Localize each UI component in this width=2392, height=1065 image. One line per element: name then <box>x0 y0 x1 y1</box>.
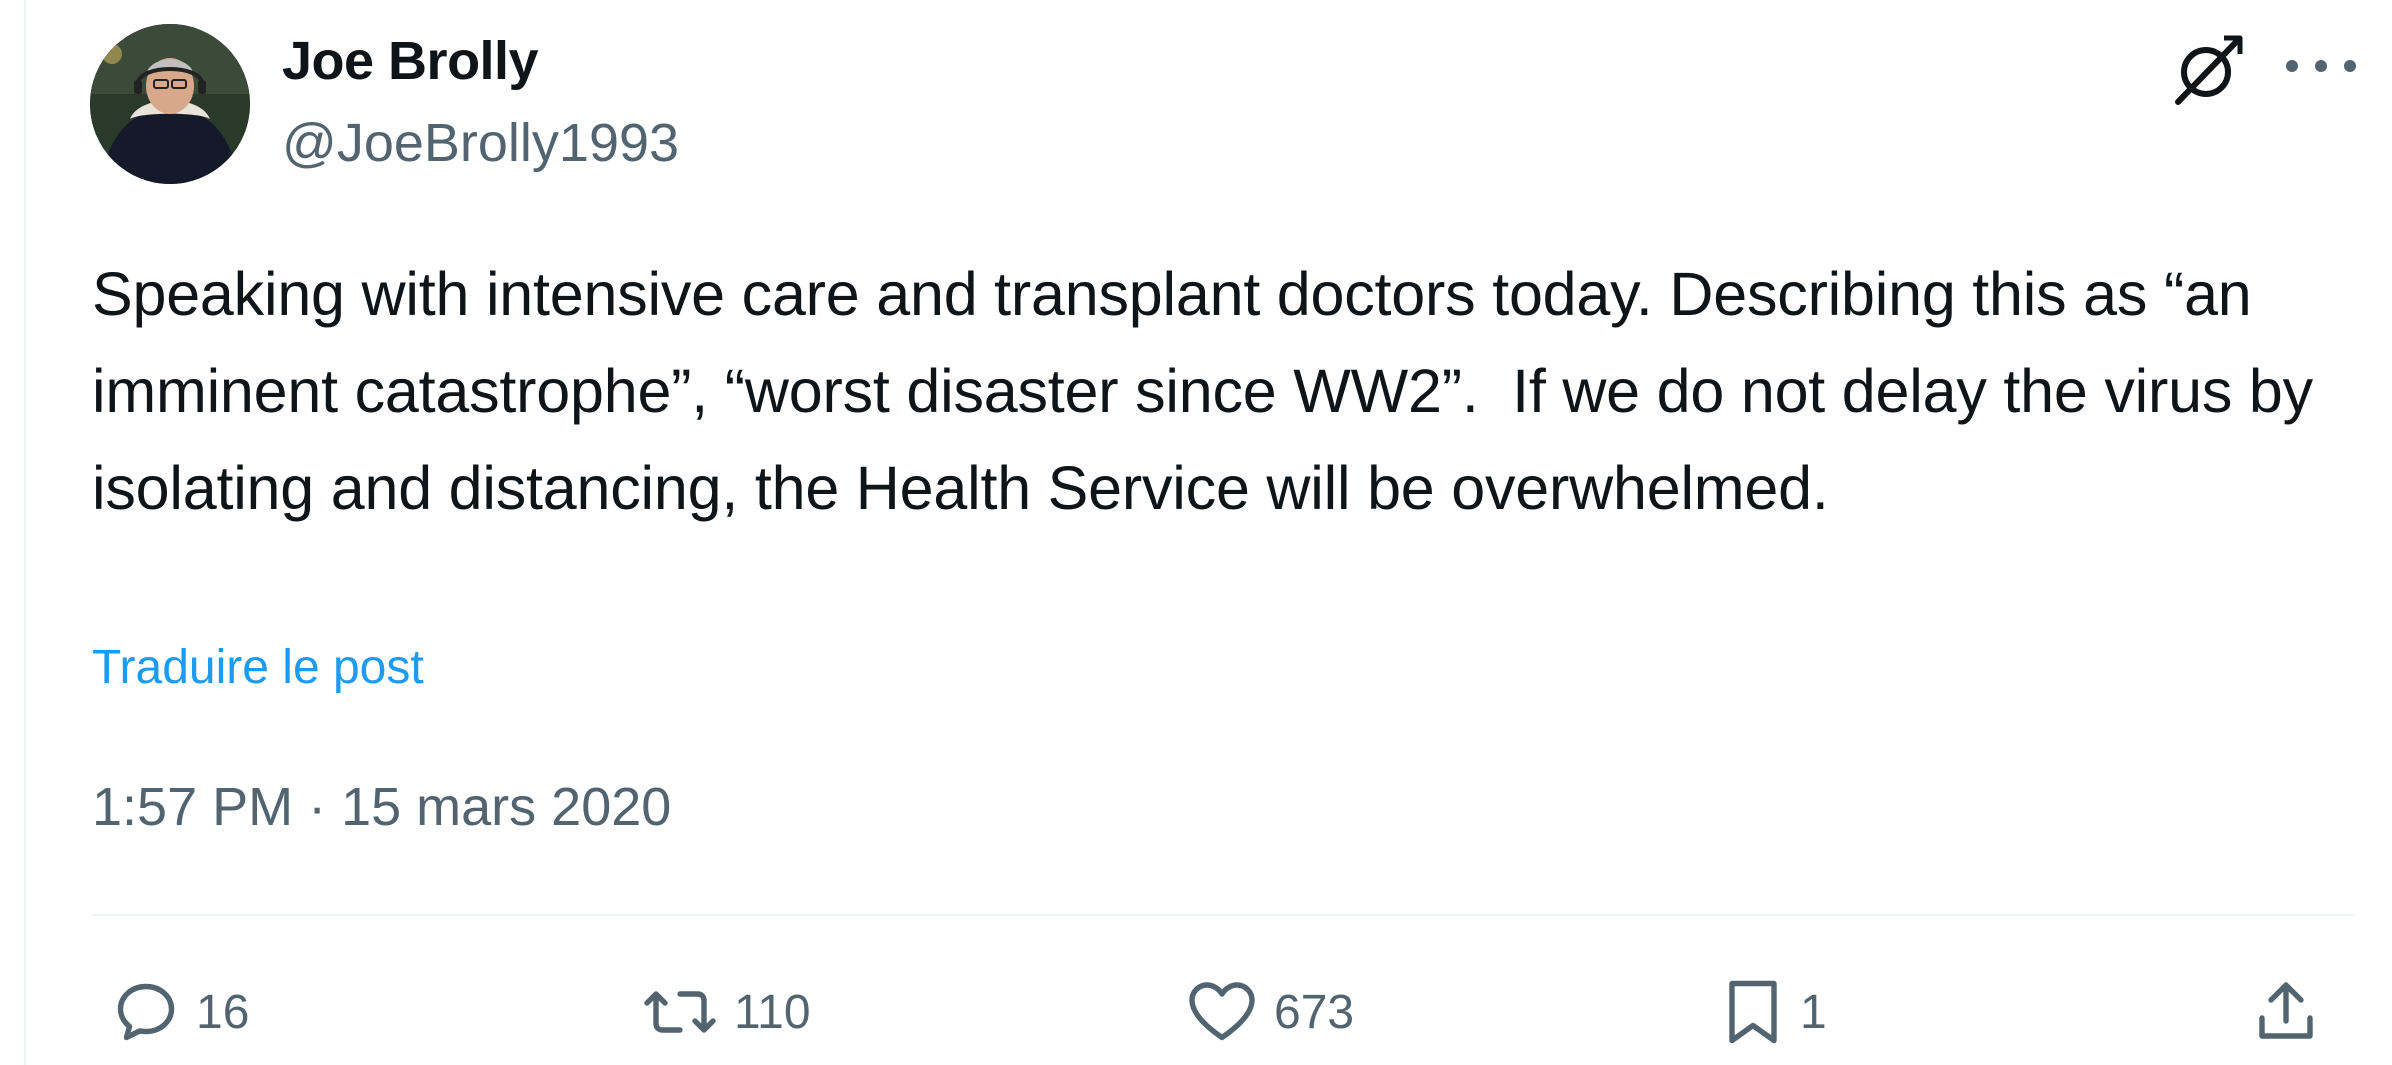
more-dot <box>2315 60 2327 72</box>
bookmark-count: 1 <box>1800 985 1827 1039</box>
tweet: Joe Brolly @JoeBrolly1993 Speaking with … <box>0 0 2392 1065</box>
like-button[interactable]: 673 <box>1184 972 1354 1052</box>
bookmark-icon <box>1720 974 1786 1050</box>
tweet-timestamp[interactable]: 1:57 PM · 15 mars 2020 <box>92 776 671 838</box>
more-icon[interactable] <box>2286 44 2356 88</box>
like-icon <box>1184 976 1260 1048</box>
like-count: 673 <box>1274 985 1355 1039</box>
reply-count: 16 <box>196 985 250 1039</box>
more-dot <box>2344 60 2356 72</box>
divider <box>92 914 2354 916</box>
more-dot <box>2286 60 2298 72</box>
reply-icon <box>110 976 182 1048</box>
retweet-count: 110 <box>734 985 811 1039</box>
share-icon <box>2250 976 2322 1048</box>
share-button[interactable] <box>2250 972 2322 1052</box>
bookmark-button[interactable]: 1 <box>1720 972 1827 1052</box>
tweet-text: Speaking with intensive care and transpl… <box>92 260 2330 522</box>
avatar[interactable] <box>90 24 250 184</box>
retweet-icon <box>640 976 720 1048</box>
reply-button[interactable]: 16 <box>110 972 249 1052</box>
retweet-button[interactable]: 110 <box>640 972 811 1052</box>
author-display-name[interactable]: Joe Brolly <box>282 30 539 92</box>
translate-post-link[interactable]: Traduire le post <box>92 640 424 695</box>
author-handle[interactable]: @JoeBrolly1993 <box>282 112 679 174</box>
grok-icon[interactable] <box>2168 30 2248 110</box>
